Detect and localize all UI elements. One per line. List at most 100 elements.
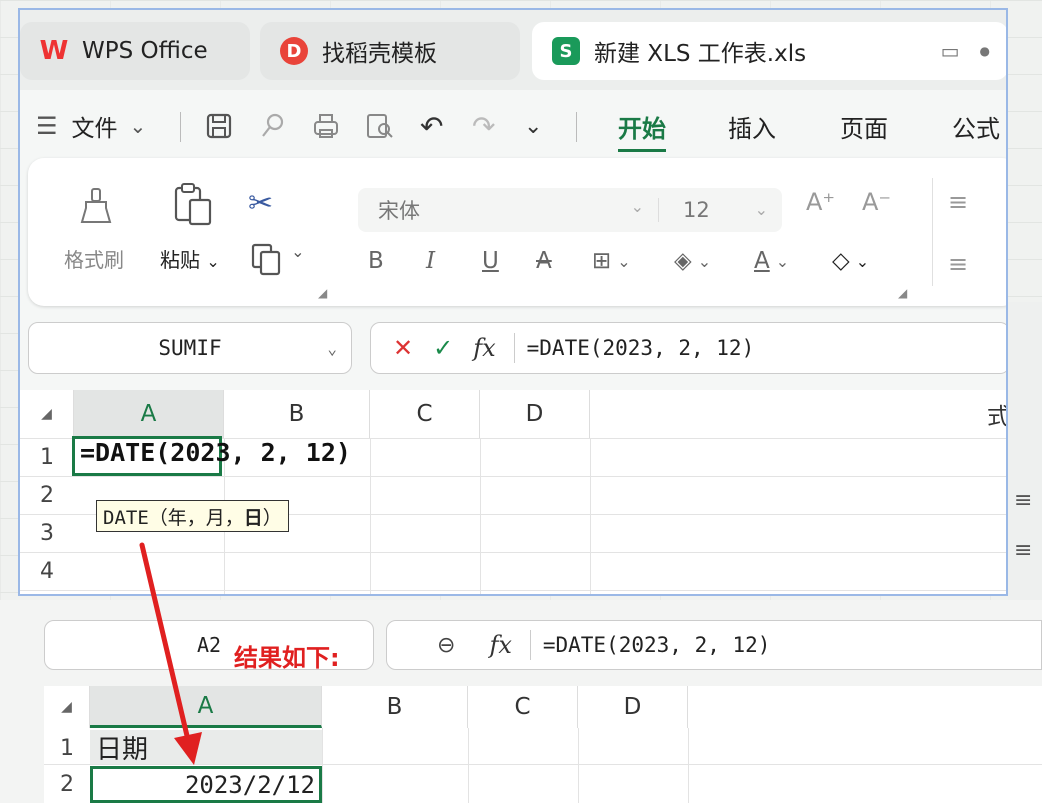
docer-logo-icon: D [280, 37, 308, 65]
spreadsheet-s-icon: S [552, 37, 580, 65]
divider [576, 112, 577, 142]
row-header-4[interactable]: 4 [20, 552, 74, 590]
divider [932, 178, 933, 286]
font-color-icon: A [754, 248, 770, 274]
column-header-c[interactable]: C [370, 390, 480, 438]
formula-input[interactable]: =DATE(2023, 2, 12) [543, 633, 771, 657]
paint-bucket-icon: ◈ [674, 248, 692, 274]
chevron-down-icon: ⌄ [855, 251, 870, 271]
fill-color-button[interactable]: ◈ ⌄ [674, 248, 711, 274]
underline-icon[interactable]: U [482, 248, 499, 274]
zoom-out-icon[interactable]: ⊖ [437, 633, 455, 658]
font-size-select[interactable]: 12 ⌄ [658, 198, 782, 222]
column-header-d[interactable]: D [480, 390, 590, 438]
clear-format-button[interactable]: ◇ ⌄ [832, 248, 869, 274]
column-header-d[interactable]: D [578, 686, 688, 728]
gridline [44, 764, 1042, 765]
borders-button[interactable]: ⊞ ⌄ [592, 248, 631, 274]
tab-home[interactable]: 开始 [618, 94, 666, 158]
paste-icon[interactable] [172, 182, 214, 230]
save-icon[interactable] [204, 94, 234, 158]
name-box-value: A2 [196, 633, 222, 657]
scissors-icon[interactable]: ✂ [248, 186, 273, 221]
tooltip-text: DATE（年，月， [103, 506, 244, 529]
column-header-overflow: 式 [590, 390, 1006, 438]
font-name-value: 宋体 [378, 199, 420, 223]
undo-icon[interactable]: ↶ [420, 94, 443, 158]
column-header-a[interactable]: A [90, 686, 322, 728]
select-all-corner[interactable]: ◢ [44, 686, 90, 728]
confirm-icon[interactable]: ✓ [433, 334, 453, 362]
chevron-down-icon: ⌄ [775, 251, 790, 271]
tab-xls-document[interactable]: S 新建 XLS 工作表.xls ▭ ● [532, 22, 1006, 80]
insert-function-icon[interactable]: fx [473, 334, 495, 362]
tablet-mode-icon[interactable]: ▭ [941, 39, 960, 63]
tab-page[interactable]: 页面 [840, 94, 888, 158]
chevron-down-icon: ⌄ [697, 251, 712, 271]
redo-icon[interactable]: ↷ [472, 94, 495, 158]
border-grid-icon: ⊞ [592, 248, 612, 274]
align-icon: ≡ [1014, 538, 1033, 563]
clipboard-dialog-launcher-icon[interactable]: ◢ [318, 286, 327, 300]
column-header-a[interactable]: A [74, 390, 224, 438]
file-menu-button[interactable]: ☰ 文件 ⌄ [36, 94, 146, 158]
find-icon[interactable] [258, 94, 288, 158]
chevron-down-icon[interactable]: ⌄ [327, 339, 337, 358]
gridline [590, 438, 591, 594]
formula-input[interactable]: =DATE(2023, 2, 12) [527, 336, 755, 360]
row-header-3[interactable]: 3 [20, 514, 74, 552]
background-window-edge: ≡ ≡ [1008, 302, 1042, 602]
font-color-button[interactable]: A ⌄ [754, 248, 789, 274]
gridline [20, 590, 1006, 591]
tooltip-current-arg: 日 [243, 506, 263, 529]
chevron-down-icon: ⌄ [754, 200, 768, 219]
print-icon[interactable] [310, 94, 342, 158]
cell-a2-result[interactable]: 2023/2/12 [90, 766, 322, 803]
paste-label: 粘贴 [160, 248, 200, 272]
row-header-2[interactable]: 2 [44, 766, 90, 802]
column-header-b[interactable]: B [322, 686, 468, 728]
italic-icon[interactable]: I [426, 248, 435, 274]
column-header-c[interactable]: C [468, 686, 578, 728]
row-header-1[interactable]: 1 [20, 438, 74, 476]
gridline [370, 438, 371, 594]
cancel-icon[interactable]: ✕ [393, 334, 413, 362]
tab-label: 新建 XLS 工作表.xls [594, 41, 807, 67]
font-name-select[interactable]: 宋体 ⌄ [358, 195, 658, 225]
tab-formulas[interactable]: 公式 [952, 94, 1000, 158]
name-box[interactable]: SUMIF ⌄ [28, 322, 352, 374]
status-dot-icon: ● [979, 44, 990, 58]
tab-insert[interactable]: 插入 [728, 94, 776, 158]
row-header-1[interactable]: 1 [44, 730, 90, 766]
insert-function-icon[interactable]: fx [489, 631, 511, 659]
divider [529, 630, 531, 660]
format-painter-label[interactable]: 格式刷 [64, 244, 124, 273]
strikethrough-icon[interactable]: A [536, 248, 552, 274]
paste-button[interactable]: 粘贴 ⌄ [160, 244, 220, 273]
align-icon: ≡ [1014, 488, 1033, 513]
chevron-down-icon: ⌄ [617, 251, 631, 271]
font-dialog-launcher-icon[interactable]: ◢ [898, 286, 907, 300]
worksheet-grid: ◢ A B C D 1 2 日期 2023/2/12 [44, 686, 1042, 803]
divider [180, 112, 181, 142]
home-ribbon: 格式刷 粘贴 ⌄ ✂ ⌄ ◢ 宋体 ⌄ 12 ⌄ A⁺ A⁻ B I U A ⊞… [28, 158, 1006, 306]
more-chevron-icon[interactable]: ⌄ [524, 94, 542, 158]
bold-icon[interactable]: B [368, 248, 384, 274]
cell-a1-formula[interactable]: =DATE(2023, 2, 12) [80, 438, 351, 467]
format-painter-icon[interactable] [78, 186, 118, 230]
font-grow-icon[interactable]: A⁺ [806, 188, 835, 216]
tab-docer-templates[interactable]: D 找稻壳模板 [260, 22, 520, 80]
tab-wps-office[interactable]: W WPS Office [20, 22, 250, 80]
select-all-corner[interactable]: ◢ [20, 390, 74, 438]
copy-button[interactable]: ⌄ [250, 242, 305, 280]
font-shrink-icon[interactable]: A⁻ [862, 188, 891, 216]
cell-a1[interactable]: 日期 [90, 730, 322, 765]
print-preview-icon[interactable] [364, 94, 396, 158]
align-top-icon[interactable]: ≡ [948, 188, 968, 216]
gridline [20, 552, 1006, 553]
name-box-value: SUMIF [158, 336, 222, 360]
row-header-2[interactable]: 2 [20, 476, 74, 514]
chevron-down-icon: ⌄ [630, 197, 644, 216]
column-header-b[interactable]: B [224, 390, 370, 438]
align-left-icon[interactable]: ≡ [948, 250, 968, 278]
